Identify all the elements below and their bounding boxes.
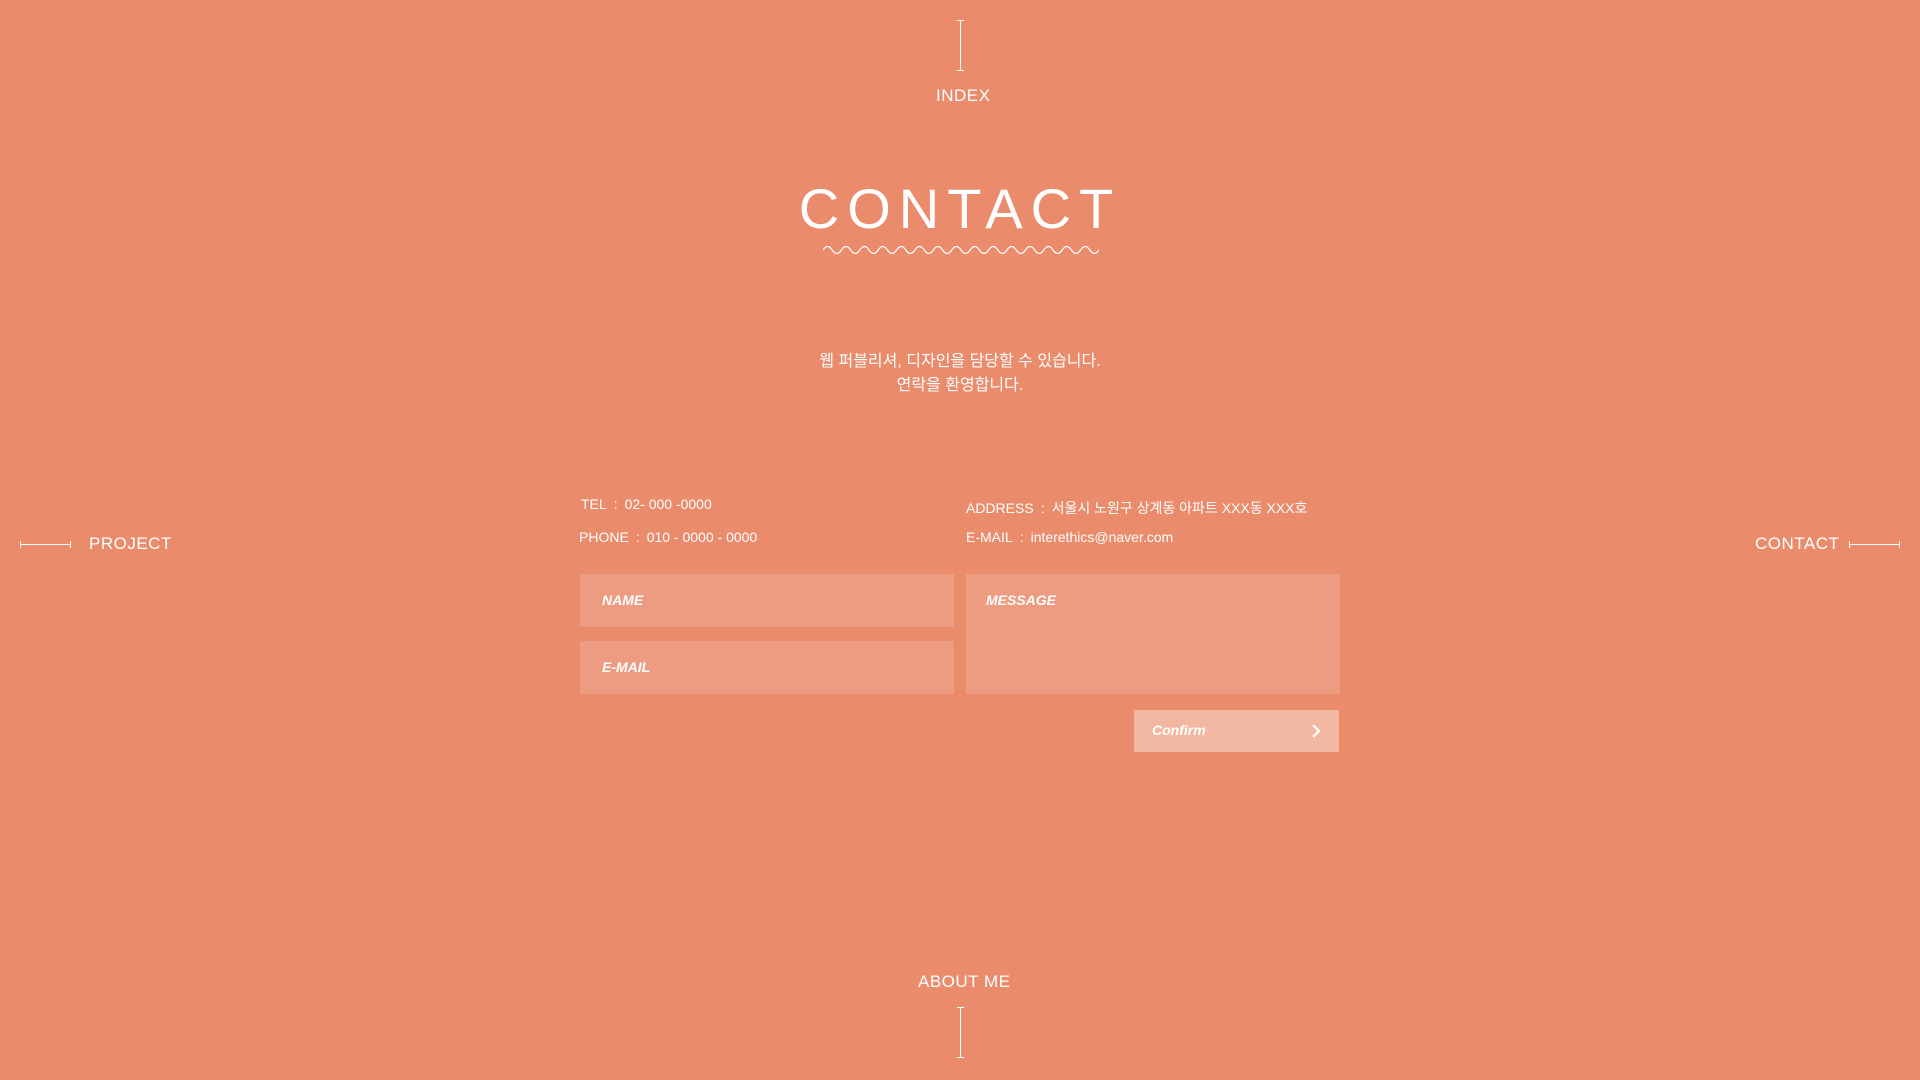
phone-value: 010 - 0000 - 0000: [646, 529, 758, 545]
confirm-button[interactable]: Confirm: [1134, 710, 1339, 752]
confirm-label: Confirm: [1152, 722, 1206, 738]
email-field[interactable]: E-MAIL: [580, 641, 954, 694]
nav-contact-line: [1849, 544, 1900, 545]
wave-underline-icon: [823, 245, 1099, 255]
nav-index-line-cap: [957, 70, 964, 71]
name-placeholder: NAME: [602, 592, 644, 608]
tel-value: 02- 000 -0000: [624, 496, 712, 512]
email-value[interactable]: interethics@naver.com: [1031, 529, 1174, 545]
nav-contact-label[interactable]: CONTACT: [1755, 534, 1839, 554]
email-info: E-MAIL: interethics@naver.com: [966, 529, 1173, 545]
email-label: E-MAIL: [966, 529, 1013, 545]
tel-info: TEL:02- 000 -0000: [581, 496, 712, 512]
email-separator: :: [1019, 529, 1024, 545]
name-field[interactable]: NAME: [580, 574, 954, 627]
nav-project-line: [20, 544, 70, 545]
chevron-right-icon: [1312, 724, 1321, 738]
tel-separator: :: [613, 496, 618, 512]
message-field[interactable]: MESSAGE: [966, 574, 1340, 694]
address-separator: :: [1040, 500, 1045, 516]
tel-label: TEL: [581, 496, 607, 512]
address-label: ADDRESS: [966, 500, 1034, 516]
nav-about-me-label[interactable]: ABOUT ME: [918, 972, 1010, 992]
intro-text: 웹 퍼블리셔, 디자인을 담당할 수 있습니다. 연락을 환영합니다.: [0, 350, 1920, 398]
nav-index-label[interactable]: INDEX: [936, 86, 990, 106]
nav-project-line-cap: [70, 541, 71, 548]
phone-separator: :: [635, 529, 640, 545]
nav-project-label[interactable]: PROJECT: [89, 534, 172, 554]
address-value: 서울시 노원구 상계동 아파트 XXX동 XXX호: [1051, 500, 1308, 516]
page-title: CONTACT: [798, 177, 1122, 240]
message-placeholder: MESSAGE: [986, 592, 1057, 608]
nav-index-line: [960, 20, 961, 70]
nav-about-me-line: [960, 1007, 961, 1057]
nav-contact-line-cap: [1899, 541, 1900, 548]
intro-line-2: 연락을 환영합니다.: [896, 377, 1024, 394]
phone-info: PHONE:010 - 0000 - 0000: [579, 529, 757, 545]
intro-line-1: 웹 퍼블리셔, 디자인을 담당할 수 있습니다.: [819, 353, 1101, 370]
address-info: ADDRESS: 서울시 노원구 상계동 아파트 XXX동 XXX호: [966, 498, 1307, 518]
email-placeholder: E-MAIL: [602, 659, 651, 675]
phone-label: PHONE: [579, 529, 629, 545]
nav-about-me-line-cap: [957, 1057, 964, 1058]
